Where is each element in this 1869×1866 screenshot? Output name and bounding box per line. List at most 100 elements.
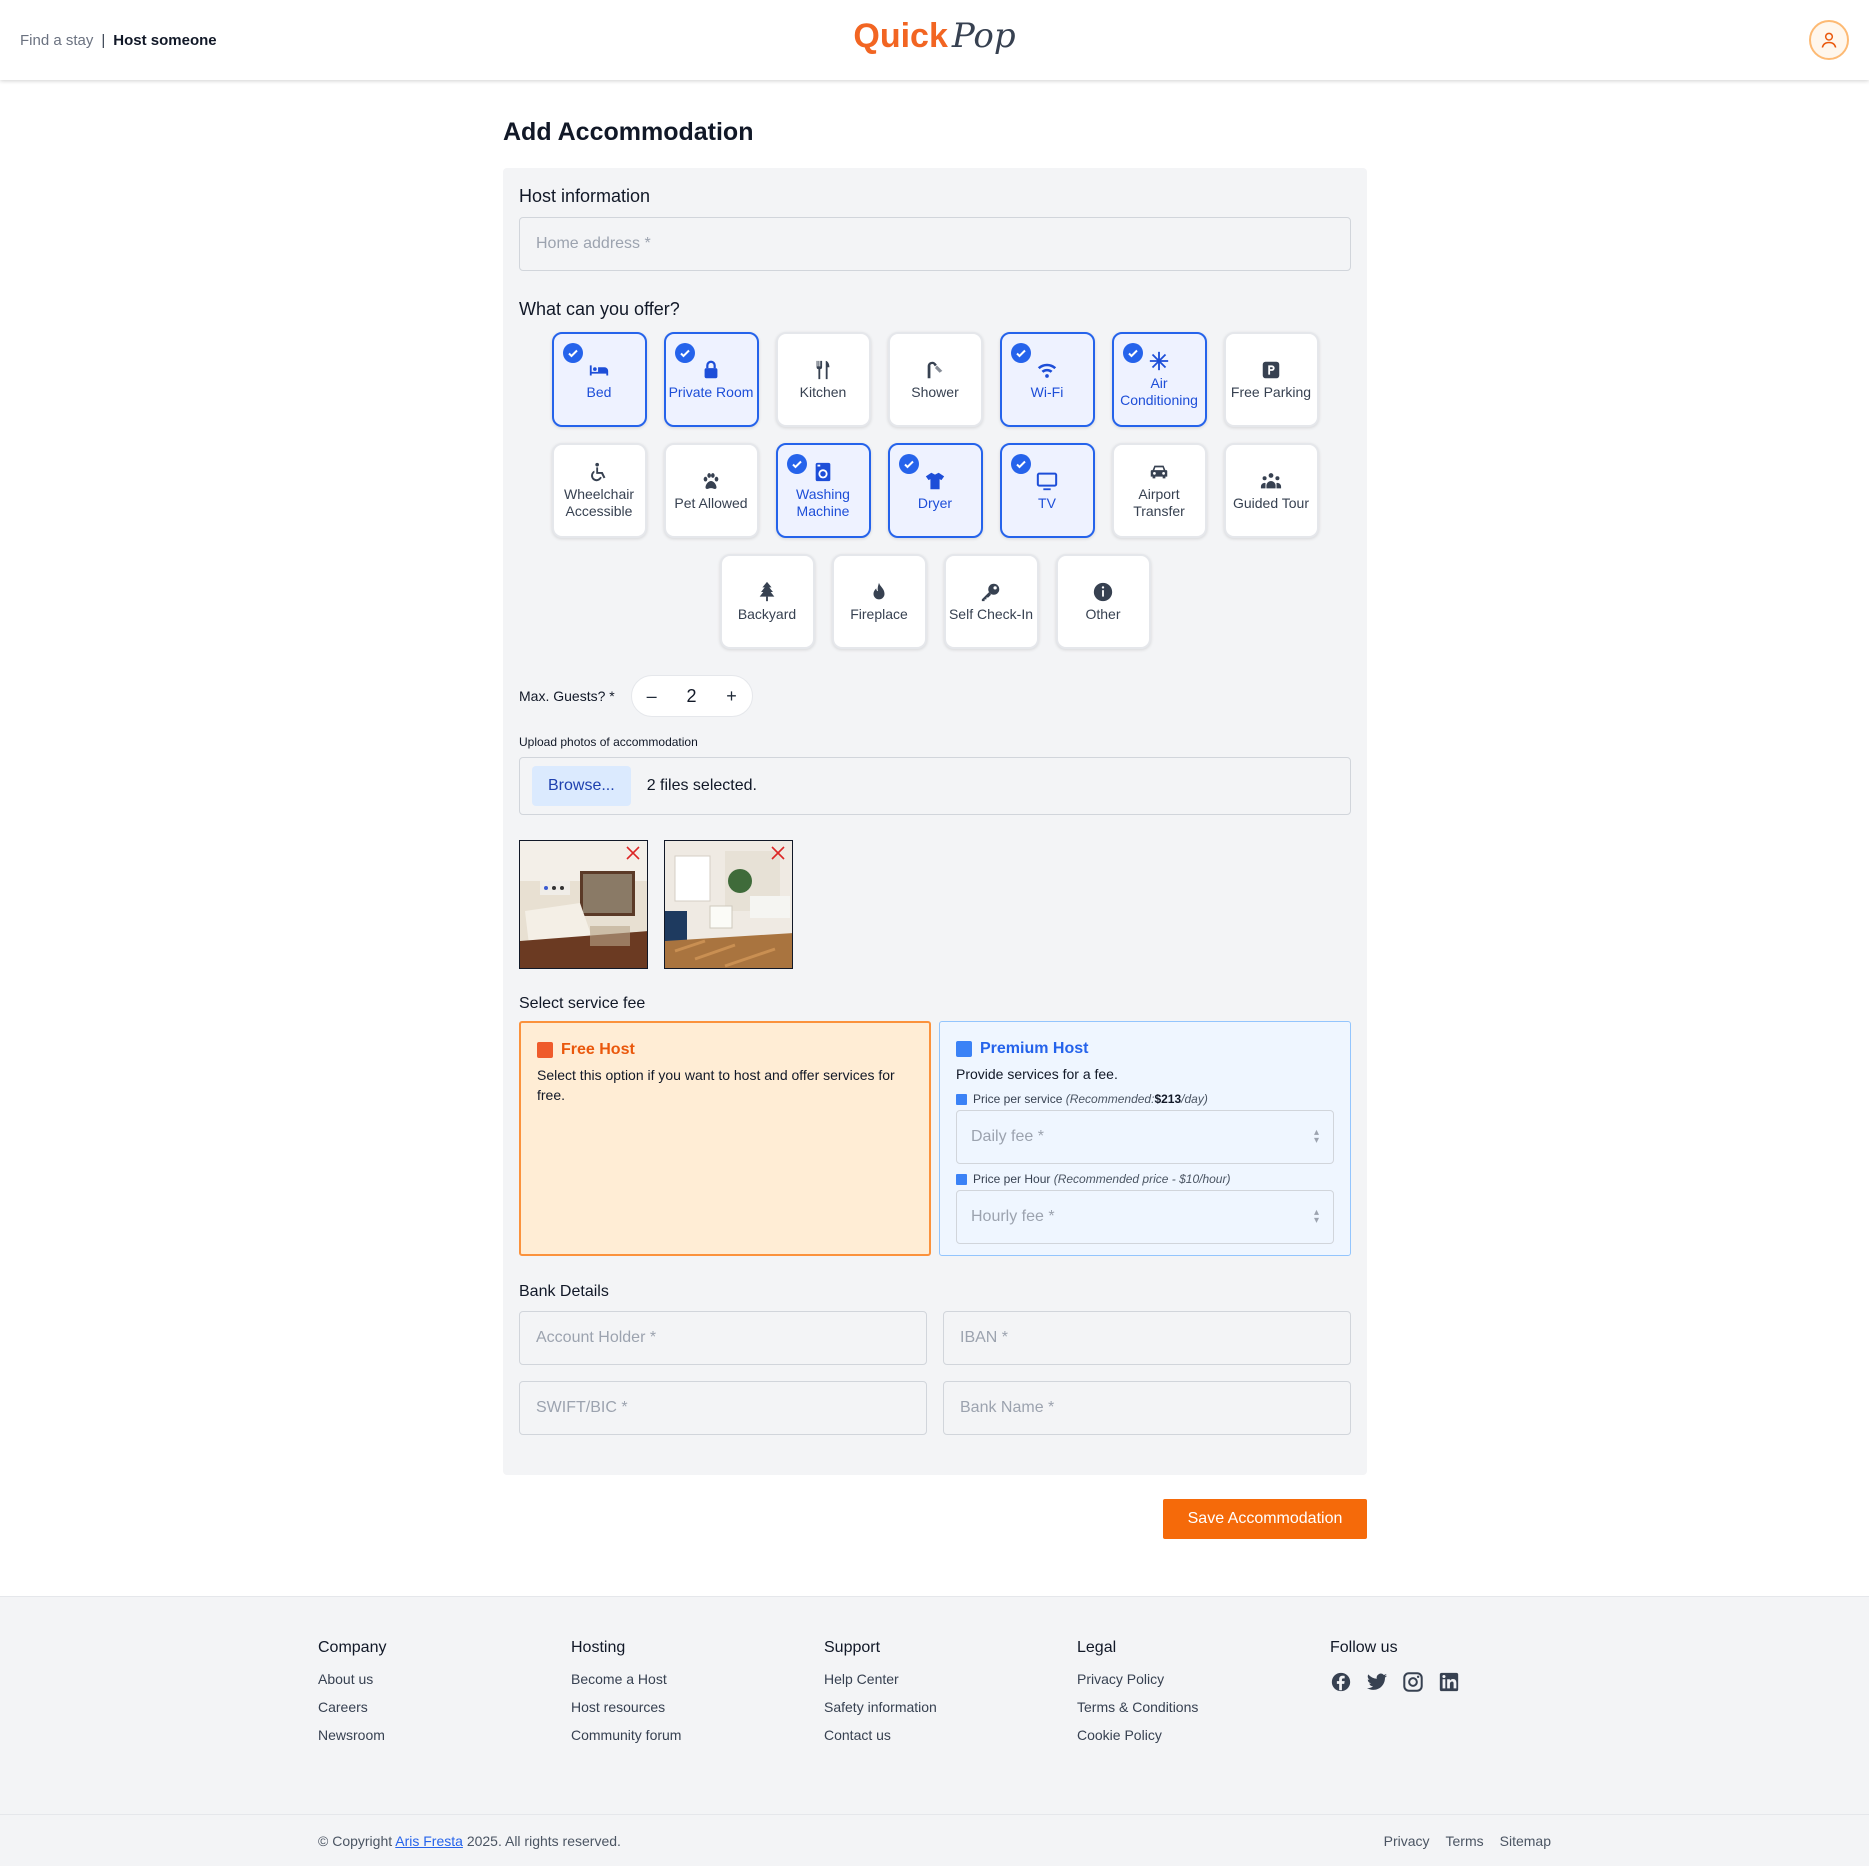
daily-fee-placeholder: Daily fee * bbox=[971, 1128, 1044, 1145]
instagram-icon[interactable] bbox=[1402, 1671, 1424, 1693]
premium-host-title: Premium Host bbox=[980, 1040, 1089, 1057]
remove-photo-icon[interactable] bbox=[771, 846, 785, 860]
price-per-service-text: Price per service bbox=[973, 1092, 1063, 1106]
car-icon bbox=[1150, 465, 1168, 479]
washing-machine-icon bbox=[815, 462, 831, 482]
amenity-label: Wheelchair Accessible bbox=[563, 486, 635, 519]
amenity-label: Free Parking bbox=[1230, 383, 1312, 400]
amenity-label: Kitchen bbox=[799, 383, 847, 400]
key-icon bbox=[981, 583, 1000, 601]
nav-host-someone-link[interactable]: Host someone bbox=[113, 32, 216, 49]
number-spinner-icon[interactable]: ▴ ▾ bbox=[1314, 1128, 1319, 1146]
footer-link[interactable]: Community forum bbox=[571, 1727, 824, 1755]
home-address-input[interactable]: Home address * bbox=[519, 217, 1351, 271]
footer-link[interactable]: About us bbox=[318, 1671, 571, 1699]
amenity-label: Backyard bbox=[737, 605, 797, 622]
remove-photo-icon[interactable] bbox=[626, 846, 640, 860]
per-service-recommendation-suffix: /day) bbox=[1181, 1092, 1208, 1106]
fire-icon bbox=[873, 582, 885, 599]
quickpop-logo[interactable]: Quick Pop bbox=[853, 16, 1015, 56]
footer-bottom-bar: © Copyright Aris Fresta 2025. All rights… bbox=[0, 1814, 1869, 1866]
footer-link[interactable]: Safety information bbox=[824, 1699, 1077, 1727]
save-accommodation-button[interactable]: Save Accommodation bbox=[1163, 1499, 1367, 1539]
footer-link[interactable]: Careers bbox=[318, 1699, 571, 1727]
bank-name-input[interactable]: Bank Name * bbox=[943, 1381, 1351, 1435]
amenities-row: Bed Private Room Kitchen Shower Wi-Fi Air Con… bbox=[551, 332, 1319, 427]
amenity-airport-transfer[interactable]: Airport Transfer bbox=[1111, 443, 1207, 538]
twitter-icon[interactable] bbox=[1366, 1671, 1388, 1693]
user-avatar-button[interactable] bbox=[1809, 20, 1849, 60]
max-guests-row: Max. Guests? * – 2 + bbox=[519, 675, 1351, 717]
amenity-washing-machine[interactable]: Washing Machine bbox=[775, 443, 871, 538]
amenity-fireplace[interactable]: Fireplace bbox=[831, 554, 927, 649]
nav-links: Find a stay | Host someone bbox=[20, 32, 217, 49]
amenity-other[interactable]: Other bbox=[1055, 554, 1151, 649]
amenity-label: TV bbox=[1038, 494, 1056, 511]
author-link[interactable]: Aris Fresta bbox=[395, 1833, 463, 1849]
free-host-title: Free Host bbox=[561, 1041, 635, 1058]
footer-link[interactable]: Newsroom bbox=[318, 1727, 571, 1755]
footer-bottom-link-terms[interactable]: Terms bbox=[1446, 1833, 1484, 1849]
account-holder-input[interactable]: Account Holder * bbox=[519, 1311, 927, 1365]
amenity-wheelchair-accessible[interactable]: Wheelchair Accessible bbox=[551, 443, 647, 538]
price-per-hour-checkbox[interactable] bbox=[956, 1173, 967, 1185]
amenity-private-room[interactable]: Private Room bbox=[663, 332, 759, 427]
guests-decrement-button[interactable]: – bbox=[647, 686, 657, 707]
footer-link[interactable]: Become a Host bbox=[571, 1671, 824, 1699]
footer-bottom-link-sitemap[interactable]: Sitemap bbox=[1500, 1833, 1551, 1849]
snowflake-icon bbox=[1149, 351, 1169, 371]
amenity-shower[interactable]: Shower bbox=[887, 332, 983, 427]
daily-fee-input[interactable]: Daily fee * ▴ ▾ bbox=[956, 1110, 1334, 1164]
nav-find-stay-link[interactable]: Find a stay bbox=[20, 32, 93, 49]
amenity-label: Bed bbox=[586, 383, 612, 400]
host-info-title: Host information bbox=[519, 186, 651, 206]
amenity-backyard[interactable]: Backyard bbox=[719, 554, 815, 649]
checkmark-icon bbox=[1010, 343, 1031, 363]
amenity-guided-tour[interactable]: Guided Tour bbox=[1223, 443, 1319, 538]
guests-value: 2 bbox=[686, 685, 697, 706]
guests-increment-button[interactable]: + bbox=[726, 686, 737, 707]
amenity-label: Private Room bbox=[668, 383, 754, 400]
swift-bic-input[interactable]: SWIFT/BIC * bbox=[519, 1381, 927, 1435]
photo-file-input[interactable]: Browse... 2 files selected. bbox=[519, 757, 1351, 815]
footer-bottom-link-privacy[interactable]: Privacy bbox=[1384, 1833, 1430, 1849]
free-host-option[interactable]: Free Host Select this option if you want… bbox=[519, 1021, 931, 1256]
amenity-pet-allowed[interactable]: Pet Allowed bbox=[663, 443, 759, 538]
amenity-air-conditioning[interactable]: Air Conditioning bbox=[1111, 332, 1207, 427]
browse-button[interactable]: Browse... bbox=[532, 766, 631, 806]
amenities-grid: Bed Private Room Kitchen Shower Wi-Fi Air Con… bbox=[519, 332, 1351, 649]
logo-pop-text: Pop bbox=[951, 16, 1016, 56]
bank-details-title: Bank Details bbox=[519, 1283, 609, 1300]
premium-host-option[interactable]: Premium Host Provide services for a fee.… bbox=[939, 1021, 1351, 1256]
footer-link[interactable]: Help Center bbox=[824, 1671, 1077, 1699]
free-host-header: Free Host bbox=[537, 1041, 913, 1059]
price-per-service-checkbox[interactable] bbox=[956, 1093, 967, 1105]
shirt-icon bbox=[925, 472, 945, 489]
amenity-label: Dryer bbox=[917, 494, 953, 511]
parking-icon bbox=[1262, 361, 1280, 378]
facebook-icon[interactable] bbox=[1330, 1671, 1352, 1693]
amenity-kitchen[interactable]: Kitchen bbox=[775, 332, 871, 427]
amenity-label: Airport Transfer bbox=[1133, 486, 1185, 519]
amenity-free-parking[interactable]: Free Parking bbox=[1223, 332, 1319, 427]
amenity-tv[interactable]: TV bbox=[999, 443, 1095, 538]
footer-link[interactable]: Host resources bbox=[571, 1699, 824, 1727]
amenity-label: Fireplace bbox=[850, 605, 908, 622]
premium-host-header: Premium Host bbox=[956, 1040, 1334, 1058]
per-hour-recommendation: (Recommended price - $10/hour) bbox=[1053, 1172, 1231, 1186]
footer-link[interactable]: Terms & Conditions bbox=[1077, 1699, 1330, 1727]
amenity-dryer[interactable]: Dryer bbox=[887, 443, 983, 538]
amenity-bed[interactable]: Bed bbox=[551, 332, 647, 427]
number-spinner-icon[interactable]: ▴ ▾ bbox=[1314, 1208, 1319, 1226]
iban-input[interactable]: IBAN * bbox=[943, 1311, 1351, 1365]
amenity-wi-fi[interactable]: Wi-Fi bbox=[999, 332, 1095, 427]
footer-link[interactable]: Cookie Policy bbox=[1077, 1727, 1330, 1755]
hourly-fee-input[interactable]: Hourly fee * ▴ ▾ bbox=[956, 1190, 1334, 1244]
footer-link[interactable]: Privacy Policy bbox=[1077, 1671, 1330, 1699]
amenity-self-check-in[interactable]: Self Check-In bbox=[943, 554, 1039, 649]
tree-icon bbox=[759, 581, 775, 601]
info-icon bbox=[1093, 582, 1113, 601]
linkedin-icon[interactable] bbox=[1438, 1671, 1460, 1693]
footer-link[interactable]: Contact us bbox=[824, 1727, 1077, 1755]
bank-details-grid: Account Holder * IBAN * SWIFT/BIC * Bank… bbox=[519, 1311, 1351, 1435]
